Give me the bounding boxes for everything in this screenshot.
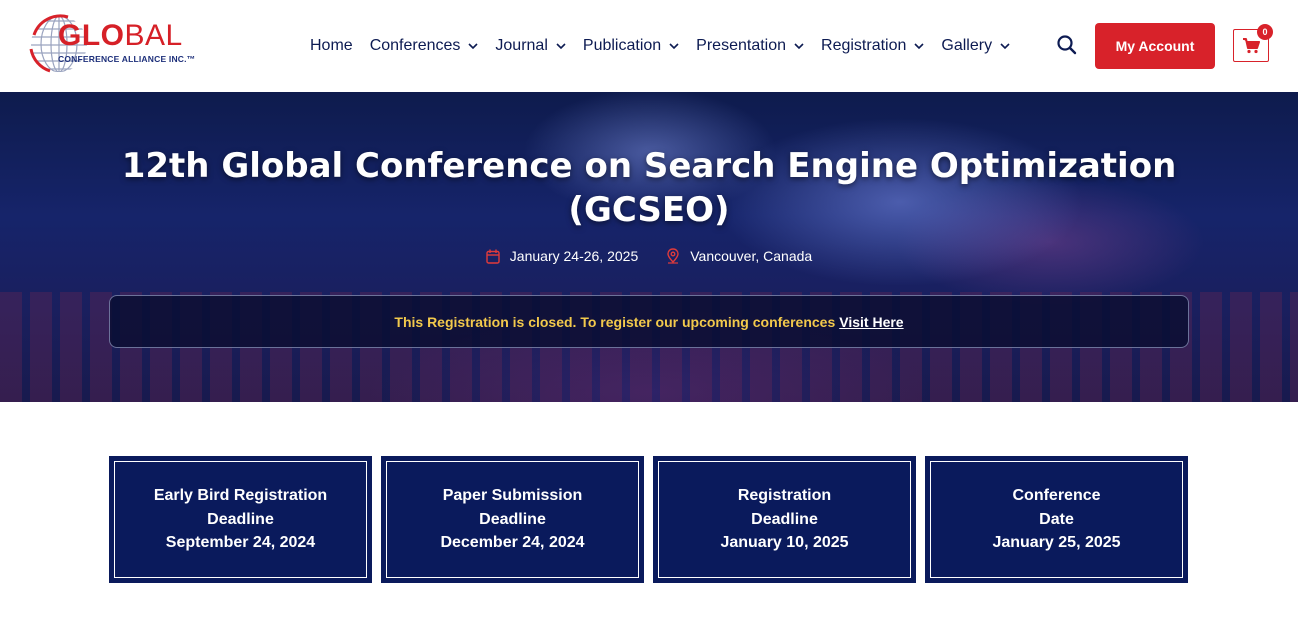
chevron-down-icon <box>556 43 566 50</box>
cart-icon <box>1243 37 1260 53</box>
notice-text: This Registration is closed. To register… <box>394 313 836 330</box>
site-logo[interactable]: GLOBAL CONFERENCE ALLIANCE INC.™ <box>28 13 218 79</box>
card-content: Registration Deadline January 10, 2025 <box>658 461 911 578</box>
search-button[interactable] <box>1055 33 1079 57</box>
card-title: Early Bird Registration <box>153 487 328 505</box>
event-location: Vancouver, Canada <box>666 248 812 264</box>
event-meta: January 24-26, 2025 Vancouver, Canada <box>0 248 1298 264</box>
card-content: Early Bird Registration Deadline Septemb… <box>114 461 367 578</box>
search-icon <box>1057 35 1077 55</box>
calendar-icon <box>486 249 500 264</box>
nav-label: Publication <box>582 37 662 54</box>
nav-item-home[interactable]: Home <box>310 37 353 55</box>
nav-label: Home <box>310 37 353 54</box>
nav-label: Conferences <box>369 37 461 54</box>
card-date: January 25, 2025 <box>992 534 1121 552</box>
chevron-down-icon <box>1000 43 1010 50</box>
page-title: 12th Global Conference on Search Engine … <box>121 146 1177 230</box>
nav-item-presentation[interactable]: Presentation <box>696 37 804 55</box>
card-date: December 24, 2024 <box>440 534 585 552</box>
card-date: January 10, 2025 <box>720 534 849 552</box>
chevron-down-icon <box>468 43 478 50</box>
nav-item-gallery[interactable]: Gallery <box>941 37 1010 55</box>
card-subtitle: Deadline <box>479 510 546 528</box>
card-title: Registration <box>737 487 832 505</box>
card-subtitle: Deadline <box>751 510 818 528</box>
nav-label: Presentation <box>696 37 787 54</box>
nav-item-conferences[interactable]: Conferences <box>370 37 479 55</box>
card-date: September 24, 2024 <box>165 534 316 552</box>
nav-label: Registration <box>821 37 907 54</box>
chevron-down-icon <box>914 43 924 50</box>
logo-wordmark-part2: BAL <box>124 19 183 52</box>
logo-wordmark: GLOBAL <box>58 19 183 53</box>
chevron-down-icon <box>669 43 679 50</box>
chevron-down-icon <box>794 43 804 50</box>
deadline-card-registration: Registration Deadline January 10, 2025 <box>653 456 916 583</box>
visit-here-link[interactable]: Visit Here <box>839 314 903 330</box>
logo-subtitle: CONFERENCE ALLIANCE INC.™ <box>58 54 196 64</box>
main-nav: Home Conferences Journal Publication Pre… <box>310 34 1027 58</box>
card-content: Paper Submission Deadline December 24, 2… <box>386 461 639 578</box>
site-header: GLOBAL CONFERENCE ALLIANCE INC.™ Home Co… <box>0 0 1298 92</box>
deadline-card-paper-submission: Paper Submission Deadline December 24, 2… <box>381 456 644 583</box>
cart-count-badge: 0 <box>1257 24 1273 40</box>
deadline-card-early-bird: Early Bird Registration Deadline Septemb… <box>109 456 372 583</box>
nav-item-publication[interactable]: Publication <box>583 37 679 55</box>
card-content: Conference Date January 25, 2025 <box>930 461 1183 578</box>
event-location-text: Vancouver, Canada <box>690 248 813 264</box>
nav-item-registration[interactable]: Registration <box>821 37 924 55</box>
my-account-button[interactable]: My Account <box>1095 23 1215 69</box>
card-subtitle: Deadline <box>207 510 274 528</box>
nav-item-journal[interactable]: Journal <box>495 37 566 55</box>
event-date-text: January 24-26, 2025 <box>509 248 639 264</box>
card-subtitle: Date <box>1039 510 1074 528</box>
logo-wordmark-part1: GLO <box>58 19 125 52</box>
nav-label: Journal <box>495 37 548 54</box>
location-pin-icon <box>667 248 679 264</box>
card-title: Paper Submission <box>442 487 583 505</box>
deadline-cards: Early Bird Registration Deadline Septemb… <box>109 456 1189 583</box>
nav-label: Gallery <box>941 37 993 54</box>
registration-closed-notice: This Registration is closed. To register… <box>109 295 1189 348</box>
card-title: Conference <box>1012 487 1101 505</box>
deadline-card-conference-date: Conference Date January 25, 2025 <box>925 456 1188 583</box>
hero-banner: 12th Global Conference on Search Engine … <box>0 92 1298 402</box>
event-date: January 24-26, 2025 <box>486 248 638 264</box>
